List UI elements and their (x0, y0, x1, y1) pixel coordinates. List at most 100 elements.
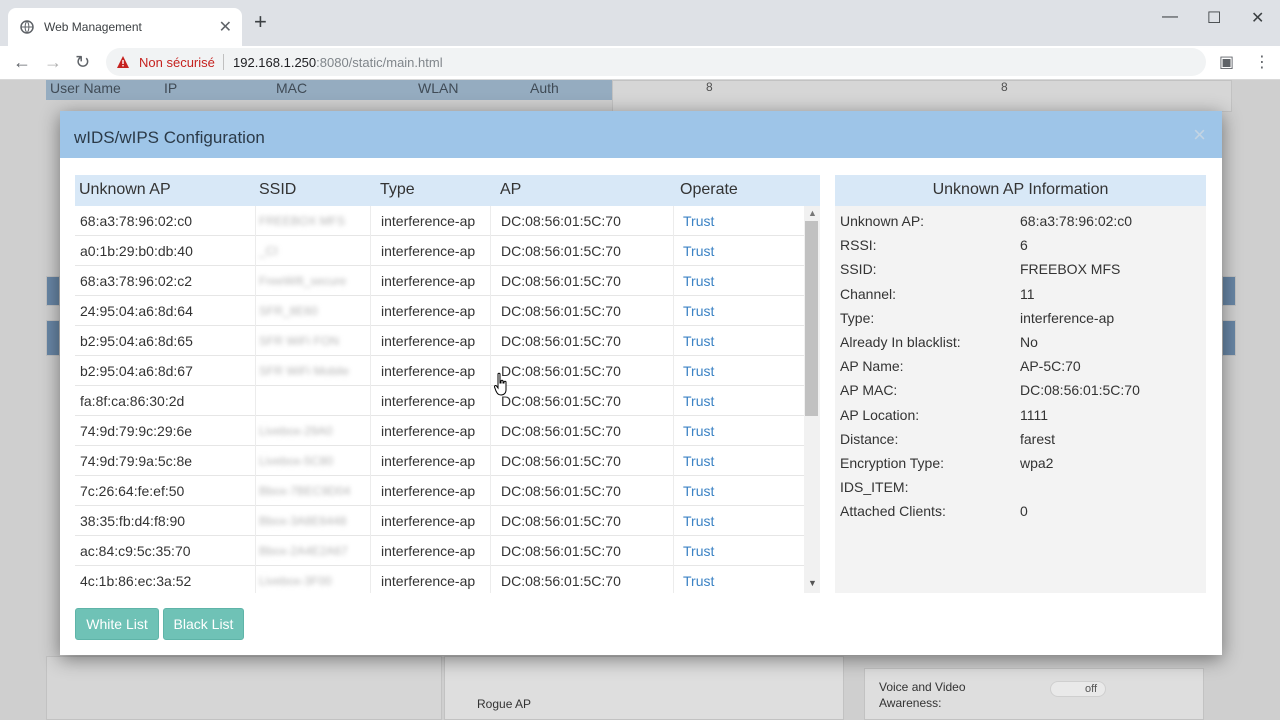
close-icon[interactable]: ✕ (219, 17, 232, 37)
cell-ssid: SFR_8E60 (259, 304, 318, 318)
forward-icon[interactable]: → (44, 52, 62, 72)
table-row[interactable]: 68:a3:78:96:02:c0 FREEBOX MFS interference… (75, 206, 804, 236)
info-row: AP Name: AP-5C:70 (835, 358, 1206, 382)
table-row[interactable]: b2:95:04:a6:8d:65 SFR WiFi FON interferenc… (75, 326, 804, 356)
trust-link[interactable]: Trust (683, 453, 714, 469)
column-divider (673, 386, 674, 416)
cell-ssid: Livebox-29A0 (259, 424, 333, 438)
cell-ssid: Bbox-7BEC9D04 (259, 484, 351, 498)
table-body: 68:a3:78:96:02:c0 FREEBOX MFS interference… (75, 206, 804, 593)
url-text[interactable]: 192.168.1.250:8080/static/main.html (233, 55, 443, 70)
table-row[interactable]: 7c:26:64:fe:ef:50 Bbox-7BEC9D04 interferen… (75, 476, 804, 506)
trust-link[interactable]: Trust (683, 513, 714, 529)
table-row[interactable]: 24:95:04:a6:8d:64 SFR_8E60 interference-ap… (75, 296, 804, 326)
trust-link[interactable]: Trust (683, 303, 714, 319)
table-row[interactable]: 4c:1b:86:ec:3a:52 Livebox-3F00 interferenc… (75, 566, 804, 593)
trust-link[interactable]: Trust (683, 573, 714, 589)
cell-unknown-ap: a0:1b:29:b0:db:40 (80, 243, 193, 259)
trust-link[interactable]: Trust (683, 393, 714, 409)
header-operate: Operate (680, 181, 738, 198)
column-divider (255, 506, 256, 536)
table-row[interactable]: 74:9d:79:9a:5c:8e Livebox-5C80 interferenc… (75, 446, 804, 476)
toggle-label: off (1085, 683, 1098, 695)
table-scrollbar[interactable]: ▲ ▼ (804, 206, 820, 593)
trust-link[interactable]: Trust (683, 543, 714, 559)
cell-ssid: Bbox-3A8E6448 (259, 514, 347, 528)
cell-unknown-ap: 74:9d:79:9c:29:6e (80, 423, 193, 439)
wids-config-modal: wIDS/wIPS Configuration × Unknown AP SSI… (60, 111, 1222, 655)
table-row[interactable]: b2:95:04:a6:8d:67 SFR WiFi Mobile interfer… (75, 356, 804, 386)
reload-icon[interactable]: ↻ (75, 52, 90, 72)
window-close-icon[interactable]: ✕ (1251, 8, 1264, 28)
black-list-button[interactable]: Black List (163, 608, 244, 640)
minimize-icon[interactable]: — (1162, 8, 1178, 26)
column-divider (490, 386, 491, 416)
column-divider (673, 506, 674, 536)
info-row: AP Location: 1111 (835, 407, 1206, 431)
column-divider (490, 266, 491, 296)
modal-title: wIDS/wIPS Configuration (74, 128, 265, 147)
white-list-button[interactable]: White List (75, 608, 159, 640)
column-divider (255, 236, 256, 266)
table-row[interactable]: 68:a3:78:96:02:c2 FreeWifi_secure interfer… (75, 266, 804, 296)
trust-link[interactable]: Trust (683, 273, 714, 289)
scroll-thumb[interactable] (805, 221, 818, 416)
info-title: Unknown AP Information (835, 175, 1206, 206)
cell-unknown-ap: b2:95:04:a6:8d:65 (80, 333, 193, 349)
browser-tab[interactable]: Web Management ✕ (8, 8, 242, 46)
info-row: AP MAC: DC:08:56:01:5C:70 (835, 382, 1206, 406)
cell-type: interference-ap (381, 303, 476, 319)
info-row: IDS_ITEM: (835, 479, 1206, 503)
address-bar[interactable]: Non sécurisé 192.168.1.250:8080/static/m… (106, 48, 1206, 76)
cell-ssid: Bbox-2A4E2A67 (259, 544, 348, 558)
column-divider (673, 326, 674, 356)
column-divider (255, 416, 256, 446)
menu-icon[interactable]: ⋮ (1254, 52, 1270, 72)
trust-link[interactable]: Trust (683, 483, 714, 499)
trust-link[interactable]: Trust (683, 213, 714, 229)
table-row[interactable]: 38:35:fb:d4:f8:90 Bbox-3A8E6448 interferen… (75, 506, 804, 536)
scroll-down-icon[interactable]: ▼ (808, 578, 817, 588)
info-label: Unknown AP: (840, 213, 925, 229)
close-icon[interactable]: × (1193, 124, 1206, 146)
trust-link[interactable]: Trust (683, 423, 714, 439)
column-divider (673, 536, 674, 566)
security-label[interactable]: Non sécurisé (139, 55, 215, 70)
info-row: RSSI: 6 (835, 237, 1206, 261)
column-divider (370, 566, 371, 593)
column-divider (490, 566, 491, 593)
hand-cursor-icon (494, 372, 507, 396)
table-row[interactable]: ac:84:c9:5c:35:70 Bbox-2A4E2A67 interferen… (75, 536, 804, 566)
table-row[interactable]: fa:8f:ca:86:30:2d interference-ap DC:08:56… (75, 386, 804, 416)
column-divider (255, 206, 256, 236)
trust-link[interactable]: Trust (683, 363, 714, 379)
maximize-icon[interactable]: ☐ (1207, 8, 1221, 28)
cell-unknown-ap: 68:a3:78:96:02:c0 (80, 213, 193, 229)
scroll-up-icon[interactable]: ▲ (808, 208, 817, 218)
new-tab-button[interactable]: + (254, 11, 267, 33)
cell-unknown-ap: ac:84:c9:5c:35:70 (80, 543, 191, 559)
table-row[interactable]: a0:1b:29:b0:db:40 _CI interference-ap DC:08… (75, 236, 804, 266)
cell-unknown-ap: 38:35:fb:d4:f8:90 (80, 513, 186, 529)
unknown-ap-table: Unknown AP SSID Type AP Operate 68:a3:78… (75, 175, 820, 593)
info-label: Type: (840, 309, 875, 326)
cell-ssid: SFR WiFi FON (259, 334, 339, 348)
trust-link[interactable]: Trust (683, 333, 714, 349)
back-icon[interactable]: ← (13, 52, 31, 72)
cell-type: interference-ap (381, 213, 476, 229)
column-divider (370, 266, 371, 296)
column-divider (370, 476, 371, 506)
voice-video-toggle[interactable]: off (1050, 681, 1106, 697)
trust-link[interactable]: Trust (683, 243, 714, 259)
info-value: 0 (1020, 503, 1028, 520)
info-value: 11 (1020, 285, 1035, 302)
table-row[interactable]: 74:9d:79:9c:29:6e Livebox-29A0 interferenc… (75, 416, 804, 446)
info-value: AP-5C:70 (1020, 358, 1081, 375)
info-label: Distance: (840, 430, 899, 447)
clipboard-icon[interactable]: ▣ (1219, 52, 1234, 72)
info-row: Attached Clients: 0 (835, 503, 1206, 527)
cell-ssid: Livebox-3F00 (259, 574, 332, 588)
info-row: Unknown AP: 68:a3:78:96:02:c0 (835, 213, 1206, 237)
cell-type: interference-ap (381, 543, 476, 559)
column-divider (370, 236, 371, 266)
